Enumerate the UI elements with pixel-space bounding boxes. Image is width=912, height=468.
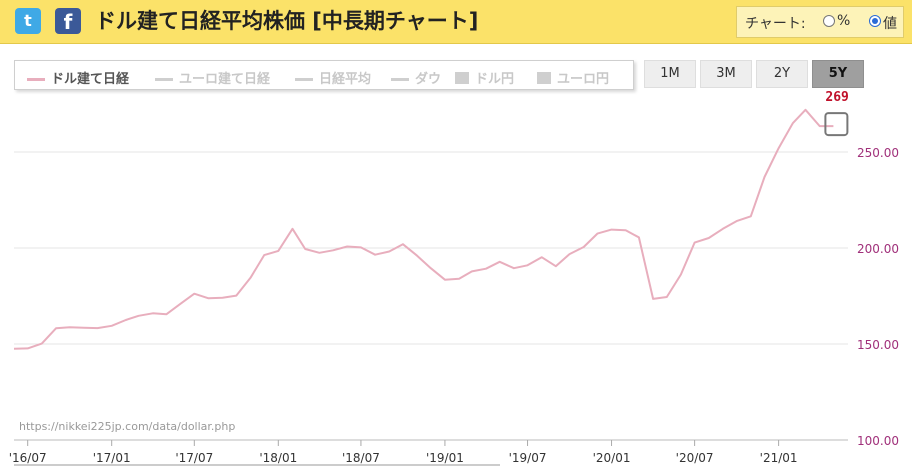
x-tick-label: '17/07 [175,451,213,465]
current-value-label: 269 [825,90,848,105]
x-tick-label: '19/01 [426,451,464,465]
source-url[interactable]: https://nikkei225jp.com/data/dollar.php [19,420,235,433]
y-axis: 100.00 150.00 200.00 250.00 [857,146,899,448]
x-tick-label: '20/01 [593,451,631,465]
x-tick-label: '18/07 [342,451,380,465]
x-tick-label: '18/01 [259,451,297,465]
y-tick-label: 150.00 [857,338,899,352]
series-line-dollar-nikkei [13,108,834,350]
y-tick-label: 100.00 [857,434,899,448]
x-tick-label: '20/07 [676,451,714,465]
y-tick-label: 250.00 [857,146,899,160]
current-value-marker [824,112,849,137]
x-tick-label: '17/01 [93,451,131,465]
x-tick-label: '16/07 [9,451,47,465]
price-chart: '16/07 '17/01 '17/07 '18/01 '18/07 '19/01 '19/… [9,90,899,466]
x-tick-label: '21/01 [760,451,798,465]
y-tick-label: 200.00 [857,242,899,256]
x-tick-label: '19/07 [509,451,547,465]
x-axis: '16/07 '17/01 '17/07 '18/01 '18/07 '19/01 '19/… [9,439,848,466]
